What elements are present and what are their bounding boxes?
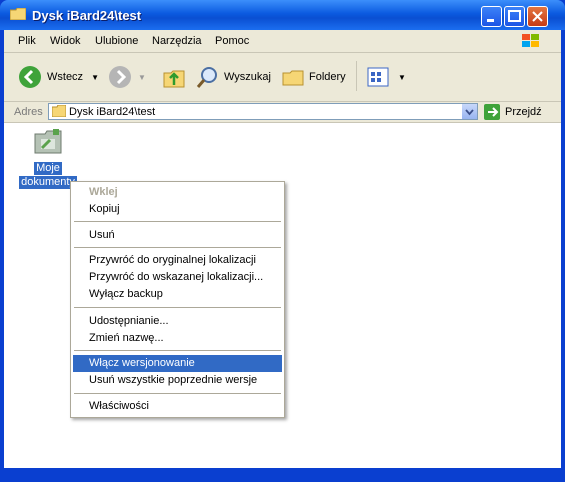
separator	[74, 393, 281, 394]
menu-view[interactable]: Widok	[50, 35, 81, 47]
menu-restore-chosen[interactable]: Przywróć do wskazanej lokalizacji...	[73, 269, 282, 286]
go-button[interactable]: Przejdź	[484, 104, 542, 120]
menu-restore-original[interactable]: Przywróć do oryginalnej lokalizacji	[73, 252, 282, 269]
menu-rename[interactable]: Zmień nazwę...	[73, 330, 282, 347]
menu-disable-backup[interactable]: Wyłącz backup	[73, 286, 282, 303]
folders-button[interactable]: Foldery	[281, 63, 346, 91]
menu-delete-versions[interactable]: Usuń wszystkie poprzednie wersje	[73, 372, 282, 389]
separator	[74, 247, 281, 248]
menu-tools[interactable]: Narzędzia	[152, 35, 202, 47]
menu-bar: Plik Widok Ulubione Narzędzia Pomoc	[4, 30, 561, 53]
search-icon	[196, 67, 217, 88]
back-arrow-icon	[19, 66, 41, 88]
my-documents-item[interactable]: Moje dokumenty	[18, 126, 78, 189]
maximize-icon	[508, 10, 521, 22]
menu-enable-versioning[interactable]: Włącz wersjonowanie	[73, 355, 282, 372]
menu-share[interactable]: Udostępnianie...	[73, 313, 282, 330]
menu-help[interactable]: Pomoc	[215, 35, 249, 47]
item-label-line2: dokumenty	[19, 176, 77, 189]
separator	[74, 350, 281, 351]
forward-dropdown-icon[interactable]: ▼	[138, 73, 146, 82]
menu-copy[interactable]: Kopiuj	[73, 201, 282, 218]
folder-up-icon	[163, 70, 185, 88]
address-input[interactable]: Dysk iBard24\test	[48, 103, 478, 120]
address-label: Adres	[14, 106, 43, 118]
context-menu: Wklej Kopiuj Usuń Przywróć do oryginalne…	[70, 181, 285, 418]
back-label: Wstecz	[47, 71, 84, 83]
separator	[74, 307, 281, 308]
menu-file[interactable]: Plik	[18, 35, 36, 47]
address-value: Dysk iBard24\test	[69, 106, 156, 118]
menu-paste: Wklej	[89, 186, 118, 198]
go-label: Przejdź	[505, 106, 542, 118]
folder-icon	[52, 105, 66, 117]
views-button[interactable]: ▼	[366, 63, 406, 91]
toolbar: Wstecz ▼ ▼ Wyszukaj Foldery ▼	[4, 53, 561, 102]
menu-delete[interactable]: Usuń	[73, 227, 282, 244]
window-border	[0, 468, 565, 482]
item-label-line1: Moje	[34, 162, 62, 175]
window-title: Dysk iBard24\test	[32, 8, 142, 23]
address-dropdown-button[interactable]	[462, 104, 477, 119]
views-grid-icon	[367, 67, 389, 87]
folders-icon	[282, 70, 304, 86]
windows-logo-icon	[522, 34, 539, 47]
views-dropdown-icon[interactable]: ▼	[398, 73, 406, 82]
address-bar: Adres Dysk iBard24\test Przejdź	[4, 102, 561, 123]
menu-favorites[interactable]: Ulubione	[95, 35, 138, 47]
title-bar[interactable]: Dysk iBard24\test	[0, 0, 565, 30]
close-icon	[532, 11, 543, 22]
folder-icon	[10, 8, 26, 20]
back-button[interactable]: Wstecz ▼	[18, 63, 99, 91]
back-dropdown-icon[interactable]: ▼	[91, 73, 99, 82]
search-button[interactable]: Wyszukaj	[196, 63, 271, 91]
maximize-button[interactable]	[504, 6, 525, 27]
go-arrow-icon	[484, 104, 500, 120]
close-button[interactable]	[527, 6, 548, 27]
search-label: Wyszukaj	[224, 71, 271, 83]
folders-label: Foldery	[309, 71, 346, 83]
forward-button[interactable]: ▼	[108, 63, 146, 91]
minimize-button[interactable]	[481, 6, 502, 27]
up-button[interactable]	[162, 63, 186, 91]
minimize-icon	[487, 19, 494, 22]
separator	[74, 221, 281, 222]
chevron-down-icon	[465, 109, 474, 116]
documents-folder-icon	[34, 129, 62, 154]
forward-arrow-icon	[109, 66, 131, 88]
menu-properties[interactable]: Właściwości	[73, 398, 282, 415]
